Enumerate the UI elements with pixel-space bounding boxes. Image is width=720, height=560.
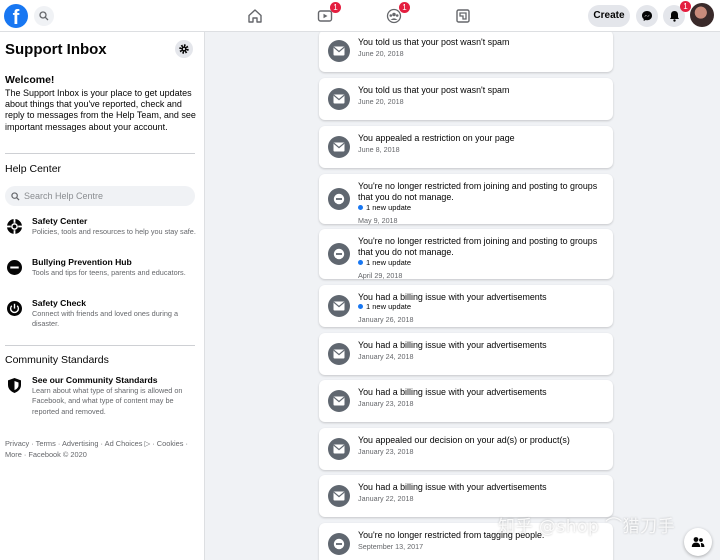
help-center-heading: Help Center: [5, 163, 62, 175]
inbox-item-date: April 29, 2018: [358, 271, 403, 280]
inbox-item-date: January 23, 2018: [358, 447, 414, 456]
help-item-title: Bullying Prevention Hub: [32, 257, 132, 267]
inbox-item-title: You had a billing issue with your advert…: [358, 340, 547, 350]
welcome-text: The Support Inbox is your place to get u…: [5, 88, 196, 132]
create-button[interactable]: Create: [588, 5, 630, 27]
inbox-item-date: May 9, 2018: [358, 216, 398, 225]
settings-button[interactable]: [175, 40, 193, 58]
nav-groups-tab[interactable]: 1: [384, 2, 410, 26]
help-item-description: Learn about what type of sharing is allo…: [32, 386, 183, 416]
people-icon: [691, 537, 705, 547]
envelope-icon: [328, 88, 350, 110]
inbox-item-title: You told us that your post wasn't spam: [358, 85, 510, 95]
inbox-item-date: June 20, 2018: [358, 97, 404, 106]
page-title: Support Inbox: [5, 41, 107, 58]
envelope-icon: [328, 40, 350, 62]
help-item-description: Tools and tips for teens, parents and ed…: [32, 268, 186, 277]
nav-watch-tab[interactable]: 1: [315, 2, 341, 26]
inbox-item[interactable]: You had a billing issue with your advert…: [319, 475, 613, 517]
help-item-description: Connect with friends and loved ones duri…: [32, 309, 179, 329]
envelope-icon: [328, 343, 350, 365]
messenger-icon: [642, 11, 652, 21]
unread-dot-icon: [358, 260, 363, 265]
unread-dot-icon: [358, 304, 363, 309]
minus-circle-icon: [328, 188, 350, 210]
inbox-item-title: You had a billing issue with your advert…: [358, 482, 547, 492]
nav-home-tab[interactable]: [245, 6, 265, 26]
bell-badge: 1: [680, 1, 691, 12]
inbox-item-update-text: 1 new update: [366, 258, 412, 267]
help-search-field[interactable]: [5, 186, 195, 206]
inbox-item[interactable]: You're no longer restricted from joining…: [319, 229, 613, 280]
search-icon: [39, 11, 49, 21]
footer-links[interactable]: Privacy · Terms · Advertising · Ad Choic…: [5, 438, 197, 460]
account-avatar[interactable]: [690, 3, 714, 27]
divider: [5, 153, 195, 154]
inbox-item-date: June 20, 2018: [358, 49, 404, 58]
messenger-button[interactable]: [636, 5, 658, 27]
watch-badge: 1: [330, 2, 341, 13]
bell-icon: [669, 11, 679, 22]
support-inbox-list: You told us that your post wasn't spam Ju…: [205, 32, 720, 560]
inbox-item[interactable]: You told us that your post wasn't spam Ju…: [319, 78, 613, 120]
minus-circle-icon: [5, 258, 24, 277]
power-icon: [5, 299, 24, 318]
inbox-item-title: You told us that your post wasn't spam: [358, 37, 510, 47]
inbox-item[interactable]: You appealed our decision on your ad(s) …: [319, 428, 613, 470]
inbox-item[interactable]: You had a billing issue with your advert…: [319, 285, 613, 327]
home-icon: [248, 9, 262, 23]
welcome-heading: Welcome!: [5, 74, 55, 86]
watermark: 知乎 @shop ⌒猎刀手: [498, 517, 676, 537]
minus-circle-icon: [328, 243, 350, 265]
envelope-icon: [328, 438, 350, 460]
support-inbox-sidebar: Support Inbox Welcome! The Support Inbox…: [0, 32, 205, 560]
envelope-icon: [328, 136, 350, 158]
inbox-item-update: 1 new update: [358, 203, 411, 212]
inbox-item[interactable]: You appealed a restriction on your page J…: [319, 126, 613, 168]
help-search-input[interactable]: [24, 191, 184, 201]
inbox-item-update: 1 new update: [358, 258, 411, 267]
community-standards-heading: Community Standards: [5, 354, 109, 366]
inbox-item-title: You appealed our decision on your ad(s) …: [358, 435, 570, 445]
safety-center-icon: [5, 217, 24, 236]
minus-circle-icon: [328, 533, 350, 555]
shield-icon: [5, 376, 24, 395]
gear-icon: [179, 44, 189, 54]
help-item-title: Safety Center: [32, 216, 88, 226]
inbox-item-update-text: 1 new update: [366, 302, 412, 311]
help-item-description: Policies, tools and resources to help yo…: [32, 227, 196, 236]
inbox-item-date: January 23, 2018: [358, 399, 414, 408]
notifications-button[interactable]: 1: [663, 1, 691, 27]
inbox-item-title: You appealed a restriction on your page: [358, 133, 515, 143]
envelope-icon: [328, 295, 350, 317]
divider: [5, 345, 195, 346]
search-button[interactable]: [34, 6, 54, 26]
inbox-item[interactable]: You had a billing issue with your advert…: [319, 333, 613, 375]
inbox-item-date: January 24, 2018: [358, 352, 414, 361]
contacts-button[interactable]: [684, 528, 712, 556]
inbox-item-update-text: 1 new update: [366, 203, 412, 212]
help-item-title: Safety Check: [32, 298, 86, 308]
inbox-item[interactable]: You had a billing issue with your advert…: [319, 380, 613, 422]
inbox-item-date: January 26, 2018: [358, 315, 414, 324]
inbox-item-date: June 8, 2018: [358, 145, 400, 154]
help-item-title: See our Community Standards: [32, 375, 158, 385]
inbox-item-date: September 13, 2017: [358, 542, 424, 551]
search-icon: [11, 191, 20, 201]
inbox-item-title: You're no longer restricted from joining…: [358, 236, 598, 257]
inbox-item-title: You had a billing issue with your advert…: [358, 387, 547, 397]
facebook-logo-icon[interactable]: f: [4, 4, 28, 28]
inbox-item-title: You're no longer restricted from joining…: [358, 181, 598, 202]
unread-dot-icon: [358, 205, 363, 210]
inbox-item-update: 1 new update: [358, 302, 411, 311]
nav-gaming-tab[interactable]: [453, 6, 473, 26]
inbox-item[interactable]: You're no longer restricted from joining…: [319, 174, 613, 225]
inbox-item-date: January 22, 2018: [358, 494, 414, 503]
envelope-icon: [328, 485, 350, 507]
envelope-icon: [328, 390, 350, 412]
groups-badge: 1: [399, 2, 410, 13]
inbox-item[interactable]: You told us that your post wasn't spam Ju…: [319, 32, 613, 72]
top-navigation-bar: f 1 1 Create 1: [0, 0, 720, 32]
gaming-icon: [456, 9, 470, 23]
